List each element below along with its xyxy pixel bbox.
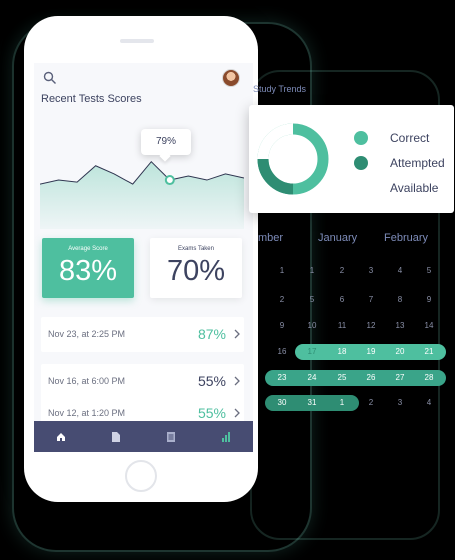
list-item[interactable]: Nov 23, at 2:25 PM 87% xyxy=(41,317,244,352)
score-date: Nov 16, at 6:00 PM xyxy=(48,376,126,386)
calendar-day[interactable]: 28 xyxy=(418,373,440,382)
calendar-day[interactable]: 24 xyxy=(301,373,323,382)
month-label: February xyxy=(384,232,429,244)
exams-taken-value: 70% xyxy=(166,255,226,287)
calendar-day[interactable]: 31 xyxy=(301,398,323,407)
calendar-day[interactable]: 8 xyxy=(389,295,411,304)
calendar-day[interactable]: 2 xyxy=(360,398,382,407)
calendar-day[interactable]: 13 xyxy=(389,321,411,330)
calendar-day[interactable]: 9 xyxy=(418,295,440,304)
phone-mockup: Recent Tests Scores 79% Average Score 83… xyxy=(24,16,258,502)
search-icon[interactable] xyxy=(43,71,57,85)
list-icon xyxy=(166,431,175,442)
chart-icon xyxy=(221,431,230,442)
legend-attempted: Attempted xyxy=(390,156,445,170)
score-value: 87% xyxy=(197,326,226,342)
exams-taken-label: Exams Taken xyxy=(178,246,214,252)
chevron-right-icon xyxy=(234,408,240,418)
study-trends-card: Correct Attempted Available xyxy=(249,105,454,213)
calendar-day[interactable]: 1 xyxy=(301,266,323,275)
calendar-day[interactable]: 23 xyxy=(271,373,293,382)
score-value: 55% xyxy=(197,373,226,389)
calendar-day[interactable]: 3 xyxy=(389,398,411,407)
calendar-day[interactable]: 27 xyxy=(389,373,411,382)
calendar-day[interactable]: 6 xyxy=(331,295,353,304)
calendar-day[interactable]: 5 xyxy=(418,266,440,275)
calendar-day[interactable]: 14 xyxy=(418,321,440,330)
calendar-day[interactable]: 3 xyxy=(360,266,382,275)
average-score-card[interactable]: Average Score 83% xyxy=(42,238,134,298)
calendar-day[interactable]: 1 xyxy=(331,398,353,407)
month-label: January xyxy=(318,232,358,244)
calendar-day[interactable]: 5 xyxy=(301,295,323,304)
bottom-tab-bar xyxy=(34,421,253,452)
chart-tooltip: 79% xyxy=(141,129,191,155)
correct-dot xyxy=(354,131,368,145)
score-date: Nov 23, at 2:25 PM xyxy=(48,329,126,339)
calendar-day[interactable]: 1 xyxy=(271,266,293,275)
phone-home-button[interactable] xyxy=(125,460,157,492)
legend-correct: Correct xyxy=(390,131,430,145)
calendar-day[interactable]: 16 xyxy=(271,347,293,356)
study-trends-heading: Study Trends xyxy=(253,84,307,94)
tab-home[interactable] xyxy=(34,421,89,452)
calendar-day[interactable]: 2 xyxy=(271,295,293,304)
tab-documents[interactable] xyxy=(89,421,144,452)
calendar-day[interactable]: 26 xyxy=(360,373,382,382)
calendar-day[interactable]: 4 xyxy=(418,398,440,407)
calendar-day[interactable]: 4 xyxy=(389,266,411,275)
legend-available: Available xyxy=(390,181,439,195)
calendar-day[interactable]: 30 xyxy=(271,398,293,407)
tab-list[interactable] xyxy=(144,421,199,452)
average-score-value: 83% xyxy=(58,255,118,287)
chevron-right-icon xyxy=(234,329,240,339)
calendar-day[interactable]: 20 xyxy=(389,347,411,356)
calendar-day[interactable]: 11 xyxy=(331,321,353,330)
chevron-right-icon xyxy=(234,376,240,386)
calendar-day[interactable]: 12 xyxy=(360,321,382,330)
calendar-day[interactable]: 18 xyxy=(331,347,353,356)
attempted-dot xyxy=(354,156,368,170)
chart-highlight-point[interactable] xyxy=(164,175,175,186)
calendar-day[interactable]: 9 xyxy=(271,321,293,330)
list-item[interactable]: Nov 16, at 6:00 PM 55% xyxy=(41,364,244,399)
calendar-day[interactable]: 2 xyxy=(331,266,353,275)
app-screen: Recent Tests Scores 79% Average Score 83… xyxy=(34,63,253,452)
progress-donut xyxy=(257,123,329,195)
score-value: 55% xyxy=(197,405,226,421)
phone-speaker xyxy=(120,39,154,43)
chart-area-fill xyxy=(40,161,244,229)
calendar-day[interactable]: 19 xyxy=(360,347,382,356)
average-score-label: Average Score xyxy=(68,246,108,252)
month-label: mber xyxy=(258,232,284,244)
calendar-day[interactable]: 17 xyxy=(301,347,323,356)
page-title: Recent Tests Scores xyxy=(41,93,142,105)
home-icon xyxy=(57,432,66,441)
calendar-day[interactable]: 25 xyxy=(331,373,353,382)
avatar[interactable] xyxy=(222,69,240,87)
calendar-day[interactable]: 10 xyxy=(301,321,323,330)
document-icon xyxy=(112,431,121,442)
tab-stats[interactable] xyxy=(198,421,253,452)
calendar-day[interactable]: 21 xyxy=(418,347,440,356)
exams-taken-card[interactable]: Exams Taken 70% xyxy=(150,238,242,298)
calendar-day[interactable]: 7 xyxy=(360,295,382,304)
score-date: Nov 12, at 1:20 PM xyxy=(48,408,126,418)
